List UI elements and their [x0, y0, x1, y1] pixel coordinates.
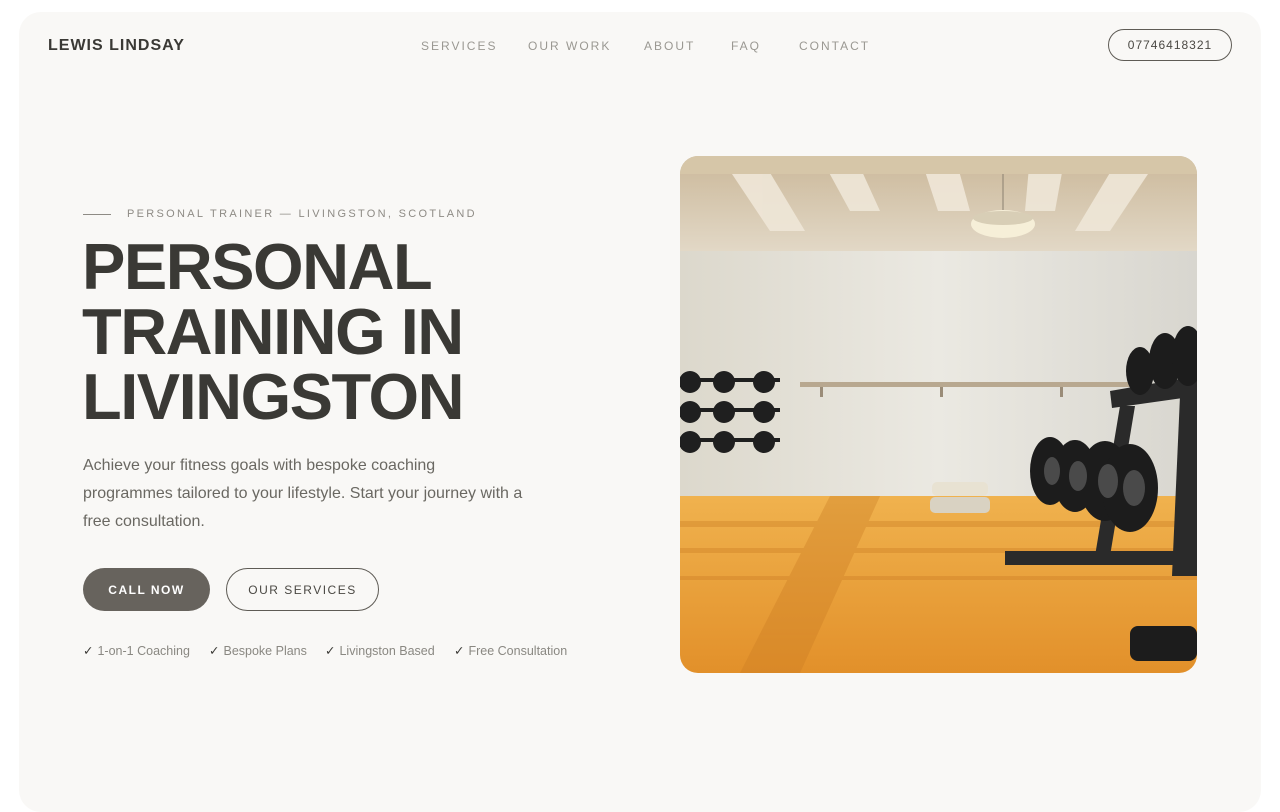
hero-headline: PERSONAL TRAINING IN LIVINGSTON	[82, 234, 562, 429]
hero-eyebrow: PERSONAL TRAINER — LIVINGSTON, SCOTLAND	[83, 208, 477, 220]
nav-link-services[interactable]: SERVICES	[421, 39, 497, 53]
our-services-button[interactable]: OUR SERVICES	[226, 568, 379, 611]
feature-item: ✓ Bespoke Plans	[209, 643, 307, 658]
feature-item: ✓ 1-on-1 Coaching	[83, 643, 190, 658]
check-icon: ✓	[454, 644, 465, 658]
gym-illustration	[680, 156, 1197, 673]
headline-line-2: TRAINING IN	[82, 295, 464, 368]
check-icon: ✓	[325, 644, 336, 658]
eyebrow-text: PERSONAL TRAINER — LIVINGSTON, SCOTLAND	[127, 208, 477, 220]
page-frame: LEWIS LINDSAY SERVICES OUR WORK ABOUT FA…	[19, 12, 1261, 812]
gym-hero-image	[680, 156, 1197, 673]
feature-label: Free Consultation	[468, 644, 568, 658]
phone-button[interactable]: 07746418321	[1108, 29, 1232, 61]
hero-description: Achieve your fitness goals with bespoke …	[83, 457, 523, 530]
nav-link-our-work[interactable]: OUR WORK	[528, 39, 611, 53]
eyebrow-divider	[83, 213, 111, 215]
feature-label: Bespoke Plans	[223, 644, 307, 658]
brand-logo[interactable]: LEWIS LINDSAY	[48, 37, 185, 55]
feature-item: ✓ Livingston Based	[325, 643, 435, 658]
feature-item: ✓ Free Consultation	[454, 643, 567, 658]
nav-link-contact[interactable]: CONTACT	[799, 39, 870, 53]
nav-link-faq[interactable]: FAQ	[731, 39, 761, 53]
check-icon: ✓	[209, 644, 220, 658]
check-icon: ✓	[83, 644, 94, 658]
headline-line-1: PERSONAL	[82, 230, 433, 303]
call-now-button[interactable]: CALL NOW	[83, 568, 210, 611]
headline-line-3: LIVINGSTON	[82, 360, 465, 433]
feature-label: 1-on-1 Coaching	[97, 644, 190, 658]
nav-link-about[interactable]: ABOUT	[644, 39, 695, 53]
feature-label: Livingston Based	[339, 644, 435, 658]
